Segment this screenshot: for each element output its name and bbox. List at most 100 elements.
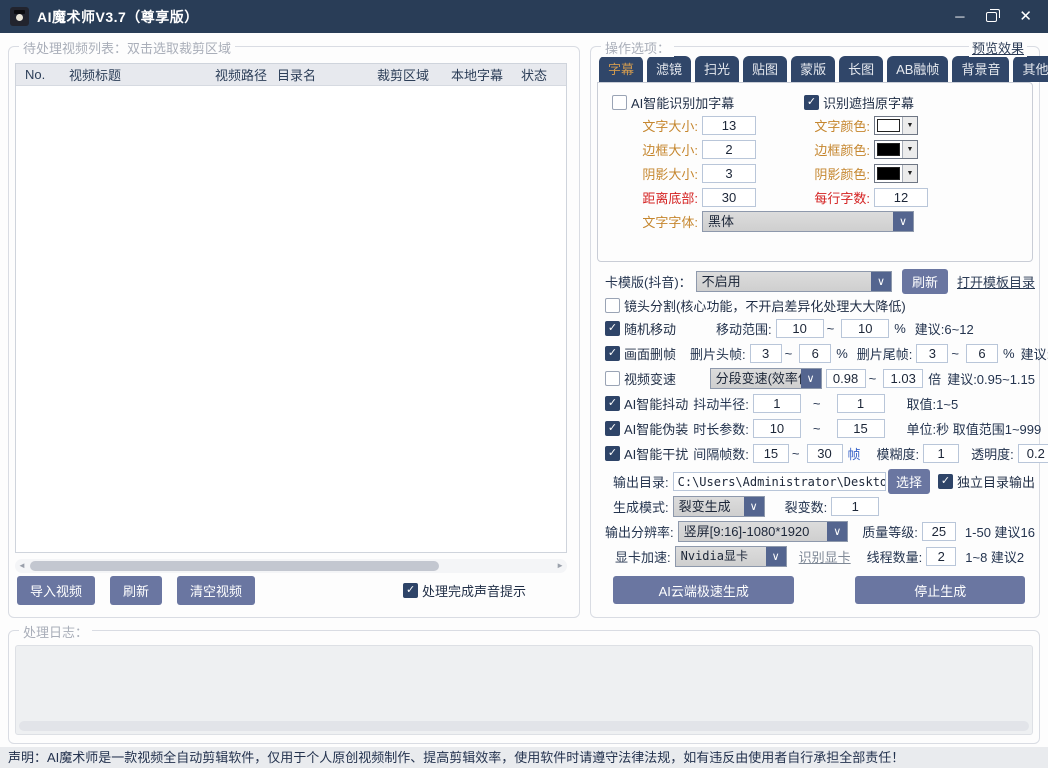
col-header-title[interactable]: 视频标题 [60,65,206,84]
gen-mode-label: 生成模式: [613,497,669,516]
detect-gpu-link[interactable]: 识别显卡 [799,547,851,566]
threads-input[interactable] [926,547,956,566]
open-template-dir-link[interactable]: 打开模板目录 [957,272,1035,291]
hscroll-thumb[interactable] [30,561,440,571]
speed-checkbox[interactable] [605,371,620,386]
font-dropdown-arrow-icon[interactable]: ∨ [893,212,913,231]
shadow-color-arrow-icon[interactable]: ▼ [902,165,917,182]
gen-mode-dropdown[interactable]: 裂变生成 ∨ [673,496,765,517]
tab-long-image[interactable]: 长图 [839,56,883,82]
bottom-distance-label: 距离底部: [612,188,698,207]
head-frames-to-input[interactable] [799,344,831,363]
speed-mode-arrow-icon[interactable]: ∨ [801,369,821,388]
col-header-status[interactable]: 状态 [512,65,562,84]
output-dir-input[interactable] [673,472,886,491]
video-table-hscrollbar[interactable]: ◄ ► [15,559,567,573]
refresh-list-button[interactable]: 刷新 [110,576,162,605]
tab-filter[interactable]: 滤镜 [647,56,691,82]
gen-mode-arrow-icon[interactable]: ∨ [744,497,764,516]
jitter-to-input[interactable] [837,394,885,413]
border-size-input[interactable] [702,140,756,159]
bottom-distance-input[interactable] [702,188,756,207]
tail-frames-to-input[interactable] [966,344,998,363]
fission-count-input[interactable] [831,497,879,516]
opacity-input[interactable] [1018,444,1048,463]
shot-split-checkbox[interactable] [605,298,620,313]
jitter-from-input[interactable] [753,394,801,413]
random-move-checkbox[interactable] [605,321,620,336]
tab-mask[interactable]: 蒙版 [791,56,835,82]
col-header-crop[interactable]: 裁剪区域 [368,65,442,84]
disguise-checkbox[interactable] [605,421,620,436]
stop-generate-button[interactable]: 停止生成 [855,576,1025,604]
text-color-arrow-icon[interactable]: ▼ [902,117,917,134]
text-color-dropdown[interactable]: ▼ [874,116,918,135]
video-table-body[interactable] [16,86,566,552]
sound-tip-checkbox[interactable] [403,583,418,598]
blur-input[interactable] [923,444,959,463]
interval-from-input[interactable] [753,444,789,463]
head-frames-from-input[interactable] [750,344,782,363]
gpu-dropdown[interactable]: Nvidia显卡 ∨ [675,546,787,567]
tab-sweep-light[interactable]: 扫光 [695,56,739,82]
scroll-left-icon[interactable]: ◄ [18,562,26,570]
col-header-path[interactable]: 视频路径 [206,65,268,84]
gpu-value: Nvidia显卡 [676,547,766,566]
frame-delete-checkbox[interactable] [605,346,620,361]
restore-icon[interactable] [986,12,997,22]
template-refresh-button[interactable]: 刷新 [902,269,948,294]
bottom-distance-row: 距离底部: 每行字数: [598,185,1032,209]
tab-ab-blend[interactable]: AB融帧 [887,56,948,82]
speed-from-input[interactable] [826,369,866,388]
scroll-right-icon[interactable]: ► [556,562,564,570]
resolution-arrow-icon[interactable]: ∨ [827,522,847,541]
gpu-arrow-icon[interactable]: ∨ [766,547,786,566]
options-legend: 操作选项： [601,38,674,57]
col-header-subtitle[interactable]: 本地字幕 [442,65,512,84]
resolution-value: 竖屏[9:16]-1080*1920 [679,522,828,541]
tab-sticker[interactable]: 贴图 [743,56,787,82]
font-dropdown[interactable]: 黑体 ∨ [702,211,914,232]
tail-frames-from-input[interactable] [916,344,948,363]
speed-mode-dropdown[interactable]: 分段变速(效率优 ∨ [710,368,822,389]
duration-to-input[interactable] [837,419,885,438]
interval-to-input[interactable] [807,444,843,463]
log-area[interactable] [15,645,1033,735]
template-dropdown-arrow-icon[interactable]: ∨ [871,272,891,291]
jitter-checkbox[interactable] [605,396,620,411]
mask-original-checkbox[interactable] [804,95,819,110]
col-header-dir[interactable]: 目录名 [268,65,368,84]
text-size-input[interactable] [702,116,756,135]
log-scrollbar[interactable] [19,721,1029,731]
col-header-no[interactable]: No. [16,67,60,82]
resolution-dropdown[interactable]: 竖屏[9:16]-1080*1920 ∨ [678,521,849,542]
statement-bar: 声明：AI魔术师是一款视频全自动剪辑软件，仅用于个人原创视频制作、提高剪辑效率，… [0,747,1048,768]
template-dropdown[interactable]: 不启用 ∨ [696,271,892,292]
quality-input[interactable] [922,522,956,541]
border-color-arrow-icon[interactable]: ▼ [902,141,917,158]
video-table[interactable]: No. 视频标题 视频路径 目录名 裁剪区域 本地字幕 状态 [15,63,567,553]
choose-dir-button[interactable]: 选择 [888,469,930,494]
import-video-button[interactable]: 导入视频 [17,576,95,605]
duration-from-input[interactable] [753,419,801,438]
interfere-checkbox[interactable] [605,446,620,461]
move-range-from-input[interactable] [776,319,824,338]
preview-effect-link[interactable]: 预览效果 [969,38,1027,57]
minimize-icon[interactable]: ─ [955,10,964,23]
shadow-color-dropdown[interactable]: ▼ [874,164,918,183]
tab-bgm[interactable]: 背景音 [952,56,1009,82]
independent-dir-checkbox[interactable] [938,474,953,489]
clear-videos-button[interactable]: 清空视频 [177,576,255,605]
jitter-row: AI智能抖动 抖动半径: ~ 取值:1~5 [595,392,1035,415]
ai-add-subtitle-checkbox[interactable] [612,95,627,110]
tab-other[interactable]: 其他 [1013,56,1048,82]
border-color-dropdown[interactable]: ▼ [874,140,918,159]
shadow-size-input[interactable] [702,164,756,183]
close-icon[interactable]: ✕ [1019,9,1032,24]
cloud-generate-button[interactable]: AI云端极速生成 [613,576,794,604]
tab-subtitle[interactable]: 字幕 [599,56,643,82]
border-size-label: 边框大小: [612,140,698,159]
speed-to-input[interactable] [883,369,923,388]
chars-per-line-input[interactable] [874,188,928,207]
move-range-to-input[interactable] [841,319,889,338]
